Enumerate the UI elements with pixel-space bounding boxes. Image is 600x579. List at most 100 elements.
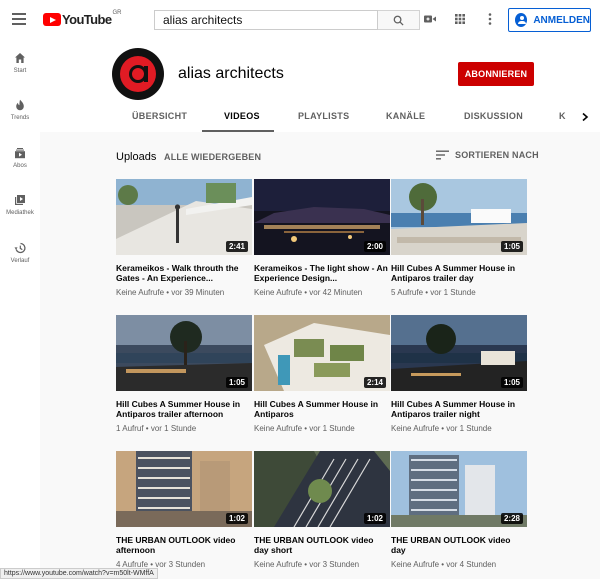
video-meta: Keine Aufrufe • vor 1 Stunde (254, 424, 390, 433)
channel-name: alias architects (178, 65, 284, 82)
create-video-icon[interactable] (423, 12, 437, 26)
search-input[interactable]: alias architects (154, 10, 378, 30)
video-card[interactable]: 1:02 THE URBAN OUTLOOK video afternoon 4… (116, 451, 252, 569)
tab-uebersicht[interactable]: ÜBERSICHT (132, 111, 187, 121)
sort-button[interactable]: SORTIEREN NACH (436, 150, 539, 160)
active-tab-indicator (202, 130, 274, 132)
video-age: vor 4 Stunden (446, 560, 497, 569)
guide-label: Trends (10, 115, 30, 121)
video-card[interactable]: 1:05 Hill Cubes A Summer House in Antipa… (116, 315, 252, 433)
video-card[interactable]: 2:14 Hill Cubes A Summer House in Antipa… (254, 315, 390, 433)
guide-sidebar: Start Trends Abos Mediathek Verlauf (0, 40, 40, 579)
video-title[interactable]: THE URBAN OUTLOOK video afternoon (116, 535, 252, 555)
video-card[interactable]: 1:02 THE URBAN OUTLOOK video day short K… (254, 451, 390, 569)
video-views: Keine Aufrufe (254, 288, 303, 297)
logo-region: GR (112, 10, 122, 16)
video-views: Keine Aufrufe (391, 424, 440, 433)
video-views: Keine Aufrufe (254, 560, 303, 569)
video-meta: Keine Aufrufe • vor 42 Minuten (254, 288, 390, 297)
video-meta: Keine Aufrufe • vor 39 Minuten (116, 288, 252, 297)
signin-button[interactable]: ANMELDEN (508, 8, 591, 32)
apps-grid-icon[interactable] (453, 12, 467, 26)
video-thumbnail[interactable]: 1:02 (254, 451, 390, 527)
subscriptions-icon (15, 148, 25, 159)
video-title[interactable]: Hill Cubes A Summer House in Antiparos (254, 399, 390, 419)
video-card[interactable]: 2:41 Kerameikos - Walk throuth the Gates… (116, 179, 252, 297)
video-card[interactable]: 1:05 Hill Cubes A Summer House in Antipa… (391, 315, 527, 433)
video-duration: 1:05 (500, 377, 523, 388)
video-age: vor 1 Stunde (150, 424, 197, 433)
video-age: vor 1 Stunde (309, 424, 355, 433)
video-duration: 2:14 (363, 377, 386, 388)
video-views: 1 Aufruf (116, 424, 144, 433)
video-thumbnail[interactable]: 2:00 (254, 179, 390, 255)
tab-diskussion[interactable]: DISKUSSION (464, 111, 523, 121)
video-age: vor 3 Stunden (155, 560, 206, 569)
video-views: Keine Aufrufe (391, 560, 440, 569)
video-age: vor 39 Minuten (171, 288, 225, 297)
video-thumbnail[interactable]: 2:28 (391, 451, 527, 527)
video-thumbnail[interactable]: 1:02 (116, 451, 252, 527)
search-icon (393, 15, 404, 26)
section-title: Uploads (116, 151, 157, 163)
video-title[interactable]: Kerameikos - Walk throuth the Gates - An… (116, 263, 252, 283)
video-title[interactable]: Hill Cubes A Summer House in Antiparos t… (116, 399, 252, 419)
history-icon (14, 242, 26, 254)
video-thumbnail[interactable]: 1:05 (391, 179, 527, 255)
video-card[interactable]: 1:05 Hill Cubes A Summer House in Antipa… (391, 179, 527, 297)
alias-logo-icon (120, 56, 156, 92)
youtube-logo[interactable]: YouTube GR (43, 10, 122, 27)
video-age: vor 1 Stunde (446, 424, 492, 433)
video-duration: 1:02 (363, 513, 386, 524)
guide-label: Verlauf (10, 258, 30, 264)
search-button[interactable] (378, 10, 420, 30)
home-icon (15, 53, 25, 63)
account-icon (515, 13, 528, 27)
video-duration: 1:05 (225, 377, 248, 388)
video-views: Keine Aufrufe (116, 288, 165, 297)
video-age: vor 1 Stunde (430, 288, 476, 297)
chevron-right-icon[interactable] (580, 112, 590, 122)
masthead: YouTube GR alias architects ANMELDEN (0, 0, 600, 40)
guide-item-abos[interactable]: Abos (0, 147, 40, 169)
video-title[interactable]: THE URBAN OUTLOOK video day (391, 535, 527, 555)
menu-icon[interactable] (12, 13, 26, 25)
logo-wordmark: YouTube (62, 12, 112, 27)
guide-item-mediathek[interactable]: Mediathek (0, 194, 40, 216)
video-title[interactable]: Kerameikos - The light show - An Experie… (254, 263, 390, 283)
video-title[interactable]: Hill Cubes A Summer House in Antiparos t… (391, 263, 527, 283)
video-views: Keine Aufrufe (254, 424, 303, 433)
video-thumbnail[interactable]: 2:14 (254, 315, 390, 391)
video-duration: 1:02 (225, 513, 248, 524)
more-vertical-icon[interactable] (483, 12, 497, 26)
channel-tabs: ÜBERSICHT VIDEOS PLAYLISTS KANÄLE DISKUS… (112, 106, 600, 132)
video-meta: Keine Aufrufe • vor 3 Stunden (254, 560, 390, 569)
tab-more-truncated[interactable]: K (559, 111, 566, 121)
video-meta: 5 Aufrufe • vor 1 Stunde (391, 288, 527, 297)
video-duration: 2:28 (500, 513, 523, 524)
video-card[interactable]: 2:28 THE URBAN OUTLOOK video day Keine A… (391, 451, 527, 569)
video-duration: 2:00 (363, 241, 386, 252)
tab-kanaele[interactable]: KANÄLE (386, 111, 425, 121)
video-thumbnail[interactable]: 2:41 (116, 179, 252, 255)
channel-avatar[interactable] (112, 48, 164, 100)
video-thumbnail[interactable]: 1:05 (391, 315, 527, 391)
subscribe-button[interactable]: ABONNIEREN (458, 62, 534, 86)
guide-item-start[interactable]: Start (0, 52, 40, 74)
video-title[interactable]: THE URBAN OUTLOOK video day short (254, 535, 390, 555)
meta-separator: • (143, 424, 151, 433)
flame-icon (16, 99, 24, 111)
tab-videos[interactable]: VIDEOS (224, 111, 260, 121)
guide-item-trends[interactable]: Trends (0, 99, 40, 121)
guide-item-verlauf[interactable]: Verlauf (0, 242, 40, 264)
video-thumbnail[interactable]: 1:05 (116, 315, 252, 391)
video-duration: 1:05 (500, 241, 523, 252)
video-meta: Keine Aufrufe • vor 1 Stunde (391, 424, 527, 433)
video-meta: Keine Aufrufe • vor 4 Stunden (391, 560, 527, 569)
play-all-button[interactable]: ALLE WIEDERGEBEN (164, 152, 261, 162)
video-title[interactable]: Hill Cubes A Summer House in Antiparos t… (391, 399, 527, 419)
video-meta: 1 Aufruf • vor 1 Stunde (116, 424, 252, 433)
tab-playlists[interactable]: PLAYLISTS (298, 111, 349, 121)
video-card[interactable]: 2:00 Kerameikos - The light show - An Ex… (254, 179, 390, 297)
signin-label: ANMELDEN (533, 14, 590, 26)
